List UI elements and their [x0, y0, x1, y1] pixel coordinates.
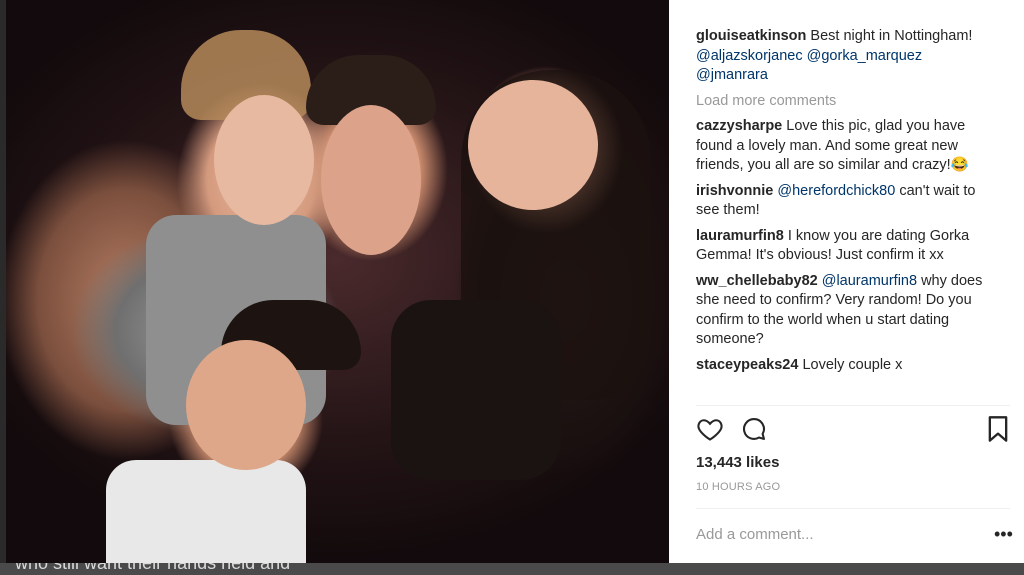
photo-shape	[321, 105, 421, 255]
add-comment-input[interactable]	[696, 522, 976, 546]
comment: staceypeaks24 Lovely couple x	[696, 356, 996, 376]
caption-text: Best night in Nottingham!	[810, 28, 973, 44]
page-bottom-strip	[669, 563, 1024, 575]
comment-mention[interactable]: @lauramurfin8	[822, 273, 917, 289]
photo-shape	[186, 340, 306, 470]
comments-list: glouiseatkinson Best night in Nottingham…	[696, 27, 996, 381]
load-more-comments-link[interactable]: Load more comments	[696, 92, 996, 112]
post-caption: glouiseatkinson Best night in Nottingham…	[696, 27, 996, 86]
comment-icon[interactable]	[740, 415, 770, 445]
comment-username[interactable]: cazzysharpe	[696, 118, 782, 134]
photo-shape	[106, 460, 306, 563]
comment-username[interactable]: ww_chellebaby82	[696, 273, 818, 289]
photo-shape	[391, 300, 561, 480]
caption-username[interactable]: glouiseatkinson	[696, 28, 806, 44]
comment-mention[interactable]: @herefordchick80	[777, 183, 895, 199]
caption-mention[interactable]: @gorka_marquez	[807, 48, 922, 64]
post-timestamp[interactable]: 10 HOURS AGO	[696, 481, 780, 493]
comment-username[interactable]: lauramurfin8	[696, 228, 784, 244]
comment: ww_chellebaby82 @lauramurfin8 why does s…	[696, 272, 996, 350]
post-actions	[696, 415, 1016, 445]
post-side-panel: glouiseatkinson Best night in Nottingham…	[669, 0, 1024, 563]
photo-shape	[214, 95, 314, 225]
likes-count[interactable]: 13,443 likes	[696, 454, 779, 471]
divider	[696, 508, 1010, 509]
post-photo[interactable]	[6, 0, 669, 563]
article-text-fragment: who still want their hands held and	[15, 563, 291, 573]
caption-mention[interactable]: @jmanrara	[696, 67, 768, 83]
comment-username[interactable]: staceypeaks24	[696, 357, 798, 373]
comment: irishvonnie @herefordchick80 can't wait …	[696, 182, 996, 221]
comment-username[interactable]: irishvonnie	[696, 183, 773, 199]
comment-text: Lovely couple x	[802, 356, 903, 373]
divider	[696, 405, 1010, 406]
comment: lauramurfin8 I know you are dating Gorka…	[696, 227, 996, 266]
heart-icon[interactable]	[696, 415, 726, 445]
bookmark-icon[interactable]	[986, 415, 1016, 445]
article-text-strip: who still want their hands held and	[0, 563, 669, 575]
more-options-icon[interactable]: •••	[994, 522, 1014, 546]
caption-mention[interactable]: @aljazskorjanec	[696, 48, 803, 64]
comment: cazzysharpe Love this pic, glad you have…	[696, 117, 996, 176]
